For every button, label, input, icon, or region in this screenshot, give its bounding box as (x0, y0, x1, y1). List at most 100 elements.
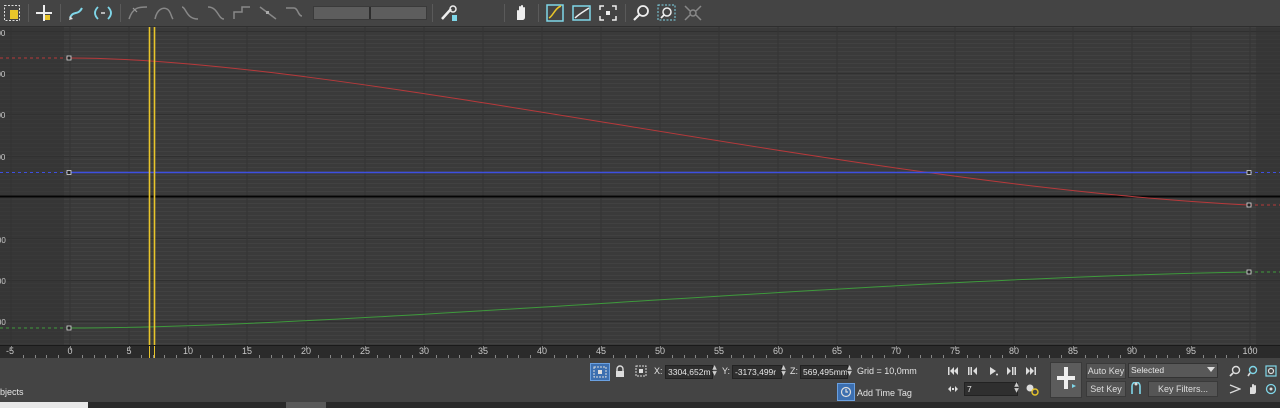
zoom-icon[interactable] (631, 3, 653, 23)
x-spinner-icon[interactable]: ▲ ▼ (712, 365, 717, 377)
isolate-selection-icon[interactable] (634, 363, 648, 379)
time-configuration-icon[interactable] (1024, 382, 1040, 396)
selection-status-text: bjects (0, 387, 24, 397)
key-point[interactable] (66, 55, 72, 61)
frame-tick (306, 346, 307, 350)
curve-graph[interactable]: 000 000 000 000 0000 0000 0000 (0, 27, 1280, 345)
orbit-icon[interactable] (1264, 382, 1278, 396)
value-tick-label: 000 (0, 111, 6, 120)
tangent-auto-icon[interactable] (126, 3, 150, 23)
frame-tick (1073, 346, 1074, 350)
isolate-curve-icon[interactable] (682, 3, 704, 23)
frame-tick (483, 346, 484, 350)
move-keys-icon[interactable] (34, 3, 54, 23)
add-time-tag-label[interactable]: Add Time Tag (857, 388, 912, 398)
z-coordinate-label: Z: (790, 366, 798, 376)
curve-graph-canvas[interactable]: 000 000 000 000 0000 0000 0000 (0, 27, 1280, 345)
taskbar-segment (0, 402, 88, 408)
reduce-keys-icon[interactable] (92, 3, 114, 23)
tangent-smooth-icon[interactable] (282, 3, 306, 23)
set-key-button[interactable]: Set Key (1086, 381, 1126, 397)
set-keys-button[interactable] (1050, 362, 1082, 398)
key-set-selector[interactable]: Selected (1128, 363, 1218, 378)
frame-tick (70, 346, 71, 350)
go-to-start-icon[interactable] (946, 365, 960, 377)
toolbar-separator (538, 4, 539, 22)
go-to-end-icon[interactable] (1024, 365, 1038, 377)
key-set-selected-value: Selected (1131, 365, 1165, 375)
y-spinner-icon[interactable]: ▲ ▼ (781, 365, 786, 377)
dropdown-arrow-icon[interactable] (1206, 365, 1216, 375)
tangent-linear-icon[interactable] (256, 3, 280, 23)
z-coordinate-field[interactable]: 569,495mm (800, 365, 848, 379)
taskbar-segment (286, 402, 326, 408)
frame-value-icon[interactable] (570, 3, 594, 23)
frame-tick-label: -5 (6, 346, 15, 356)
current-frame-field[interactable]: 7 (964, 382, 1018, 396)
time-ruler[interactable]: -5 0 5 10 15 20 25 30 35 40 45 50 55 60 65 70 75 80 85 90 95… (0, 345, 1280, 359)
pan-view-icon[interactable] (1246, 382, 1260, 396)
selection-lock-icon[interactable] (613, 363, 627, 379)
absolute-mode-transform-icon[interactable] (590, 363, 610, 381)
key-display-icon[interactable] (438, 3, 460, 23)
previous-frame-icon[interactable] (966, 365, 980, 377)
zoom-all-icon[interactable] (1246, 364, 1260, 378)
value-tick-label: 000 (0, 70, 6, 79)
slider-thumb[interactable] (369, 7, 371, 19)
frame-tick (955, 346, 956, 350)
toolbar-separator (432, 4, 433, 22)
curve-editor-toolbar (0, 0, 1280, 27)
key-filters-button[interactable]: Key Filters... (1148, 381, 1218, 397)
key-mode-toggle-icon[interactable] (946, 383, 960, 395)
next-frame-icon[interactable] (1004, 365, 1018, 377)
key-mode-icon[interactable] (1128, 381, 1144, 395)
toolbar-separator (28, 4, 29, 22)
key-point[interactable] (1246, 269, 1252, 275)
tangent-spline-icon[interactable] (152, 3, 176, 23)
time-tag-icon[interactable] (837, 383, 855, 401)
auto-key-button[interactable]: Auto Key (1086, 363, 1126, 379)
value-tick-label: 000 (0, 153, 6, 162)
frame-tick (896, 346, 897, 350)
tangent-fast-icon[interactable] (178, 3, 202, 23)
tangent-step-icon[interactable] (230, 3, 254, 23)
frame-tick (129, 346, 130, 350)
status-bar: bjects X: 3304,652m ▲ ▼ Y: -3173,499r ▲ ▼ … (0, 358, 1280, 402)
x-coordinate-label: X: (654, 366, 663, 376)
key-point[interactable] (1246, 202, 1252, 208)
key-point[interactable] (66, 325, 72, 331)
toolbar-separator (504, 4, 505, 22)
filter-icon[interactable] (2, 3, 22, 23)
frame-tick (719, 346, 720, 350)
frame-tick (542, 346, 543, 350)
out-of-range-left (0, 27, 64, 345)
frame-tick (11, 346, 12, 350)
play-icon[interactable] (986, 365, 1000, 377)
zoom-extents-icon[interactable] (597, 3, 619, 23)
frame-tick (1191, 346, 1192, 350)
zoom-extents-all-icon[interactable] (1264, 364, 1278, 378)
frame-tick (660, 346, 661, 350)
frame-spinner-icon[interactable]: ▲ ▼ (1014, 382, 1019, 394)
tangent-slow-icon[interactable] (204, 3, 228, 23)
frame-tick (188, 346, 189, 350)
taskbar-strip (0, 402, 1280, 408)
draw-curves-icon[interactable] (66, 3, 86, 23)
z-spinner-icon[interactable]: ▲ ▼ (847, 365, 852, 377)
soft-selection-slider[interactable] (313, 6, 427, 20)
x-coordinate-field[interactable]: 3304,652m (665, 365, 713, 379)
field-of-view-icon[interactable] (1228, 382, 1242, 396)
value-tick-label: 0000 (0, 277, 6, 286)
pan-icon[interactable] (510, 3, 532, 23)
toolbar-separator (120, 4, 121, 22)
value-tick-label: 0000 (0, 318, 6, 327)
key-point[interactable] (66, 170, 72, 175)
frame-tick (1250, 346, 1251, 350)
key-point[interactable] (1246, 170, 1252, 175)
grid-major-lines (0, 27, 1280, 345)
y-coordinate-field[interactable]: -3173,499r (732, 365, 782, 379)
zoom-region-icon[interactable] (655, 3, 679, 23)
zoom-viewport-icon[interactable] (1228, 364, 1242, 378)
frame-horizontal-icon[interactable] (544, 3, 568, 23)
frame-tick (247, 346, 248, 350)
